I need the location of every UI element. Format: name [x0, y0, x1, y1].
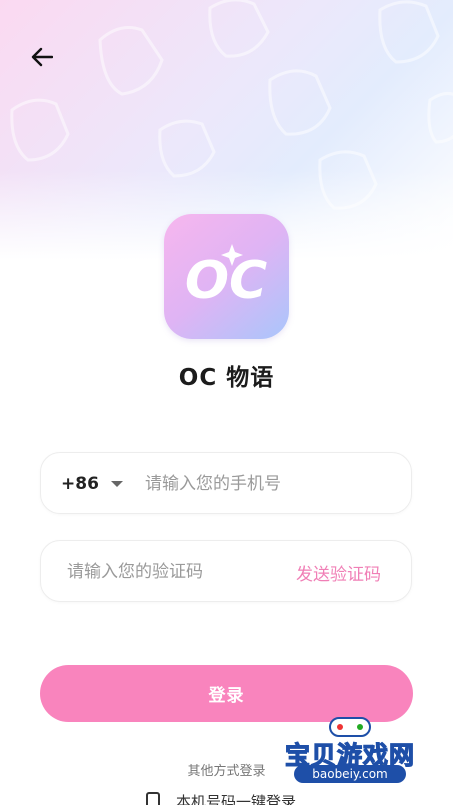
back-button[interactable] — [24, 40, 60, 74]
phone-input[interactable] — [145, 453, 395, 515]
one-click-login-button[interactable]: 本机号码一键登录 — [146, 791, 296, 805]
country-code: +86 — [61, 474, 99, 494]
caret-down-icon — [110, 481, 123, 487]
app-logo: OC — [164, 214, 289, 339]
one-click-login-label: 本机号码一键登录 — [176, 792, 297, 805]
watermark-url: baobeiy.com — [294, 765, 406, 783]
logo-mark: OC — [185, 244, 267, 311]
arrow-left-icon — [31, 47, 53, 67]
country-code-selector[interactable]: +86 — [61, 453, 123, 515]
code-input[interactable] — [67, 541, 287, 603]
phone-field: +86 — [40, 452, 412, 515]
phone-icon — [146, 792, 160, 805]
app-name: OC 物语 — [178, 365, 275, 391]
code-field: 发送验证码 — [40, 540, 412, 603]
watermark: 宝贝游戏网 baobeiy.com — [280, 712, 420, 800]
logo-text: OC — [185, 251, 267, 311]
send-code-button[interactable]: 发送验证码 — [296, 541, 381, 603]
